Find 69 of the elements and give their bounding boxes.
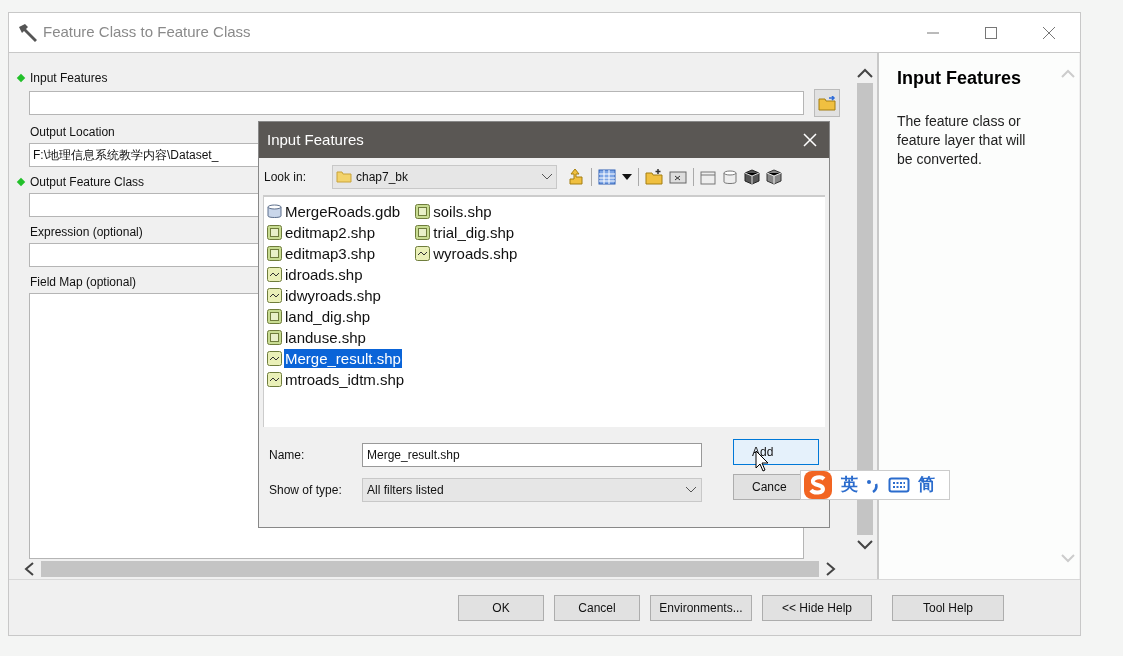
file-item[interactable]: idroads.shp	[284, 265, 364, 284]
file-item[interactable]: MergeRoads.gdb	[284, 202, 402, 221]
polygon-layer-icon	[415, 204, 431, 219]
ime-language[interactable]: 英	[841, 472, 858, 498]
line-layer-icon	[267, 372, 282, 387]
polygon-layer-icon	[267, 225, 282, 240]
parameter-label: Output Feature Class	[30, 174, 145, 191]
dialog-button[interactable]: << Hide Help	[762, 594, 872, 621]
keyboard-icon[interactable]	[888, 477, 910, 493]
file-item[interactable]: editmap3.shp	[284, 244, 377, 263]
type-label: Show of type:	[269, 482, 343, 499]
parameter-label: Expression (optional)	[30, 224, 143, 241]
scroll-down-icon[interactable]	[856, 539, 874, 551]
line-layer-icon	[267, 351, 282, 366]
file-item[interactable]: idwyroads.shp	[284, 286, 382, 305]
dialog-button[interactable]: Cancel	[554, 594, 640, 621]
folder-icon	[336, 170, 352, 183]
parameter-label: Field Map (optional)	[30, 274, 137, 291]
cube-icon[interactable]	[766, 168, 782, 185]
file-item[interactable]: wyroads.shp	[432, 244, 519, 263]
caret-icon[interactable]	[622, 173, 632, 180]
dialog-button[interactable]: Tool Help	[892, 594, 1004, 621]
ime-script[interactable]: 简	[918, 472, 935, 498]
grid-view-icon[interactable]	[598, 167, 616, 186]
file-item[interactable]: trial_dig.shp	[432, 223, 516, 242]
chevron-down-icon	[685, 486, 697, 494]
name-label: Name:	[269, 447, 306, 464]
polygon-layer-icon	[267, 330, 282, 345]
file-item[interactable]: editmap2.shp	[284, 223, 377, 242]
parameter-label: Output Location	[30, 124, 115, 141]
help-title: Input Features	[897, 67, 1022, 90]
scroll-left-icon[interactable]	[23, 561, 35, 577]
hammer-icon	[17, 22, 39, 43]
dialog-button[interactable]: OK	[458, 594, 544, 621]
close-icon[interactable]	[1042, 25, 1056, 40]
window-title: Feature Class to Feature Class	[43, 22, 251, 43]
table-icon[interactable]	[700, 168, 716, 185]
folder-icon	[818, 95, 836, 111]
polygon-layer-icon	[267, 246, 282, 261]
dialog-button[interactable]: Environments...	[650, 594, 752, 621]
look-in-label: Look in:	[264, 168, 308, 186]
line-layer-icon	[267, 267, 282, 282]
new-folder-icon[interactable]	[645, 168, 663, 185]
database-icon	[267, 204, 282, 219]
cube-icon[interactable]	[744, 168, 760, 185]
file-item[interactable]: landuse.shp	[284, 328, 367, 347]
scroll-right-icon[interactable]	[825, 561, 837, 577]
file-item[interactable]: land_dig.shp	[284, 307, 372, 326]
file-item[interactable]: Merge_result.shp	[284, 349, 402, 368]
parameter-label: Input Features	[30, 70, 108, 87]
line-layer-icon	[415, 246, 431, 261]
dialog-title: Input Features	[267, 129, 364, 150]
look-in-dropdown[interactable]: chap7_bk	[332, 164, 557, 189]
maximize-icon[interactable]	[984, 25, 998, 40]
type-dropdown[interactable]: All filters listed	[362, 478, 702, 502]
disconnect-icon[interactable]	[669, 168, 687, 185]
line-layer-icon	[267, 288, 282, 303]
polygon-layer-icon	[267, 309, 282, 324]
browse-button[interactable]	[814, 89, 840, 117]
up-folder-icon[interactable]	[567, 167, 585, 186]
file-item[interactable]: soils.shp	[432, 202, 493, 221]
polygon-layer-icon	[415, 225, 431, 240]
help-text: The feature class or feature layer that will be converted.	[897, 112, 1027, 169]
name-field[interactable]: Merge_result.shp	[362, 443, 702, 467]
punctuation-icon[interactable]	[866, 477, 880, 493]
chevron-down-icon	[541, 172, 553, 181]
scroll-up-icon[interactable]	[856, 67, 874, 79]
file-item[interactable]: mtroads_idtm.shp	[284, 370, 406, 389]
cylinder-icon[interactable]	[722, 168, 738, 185]
